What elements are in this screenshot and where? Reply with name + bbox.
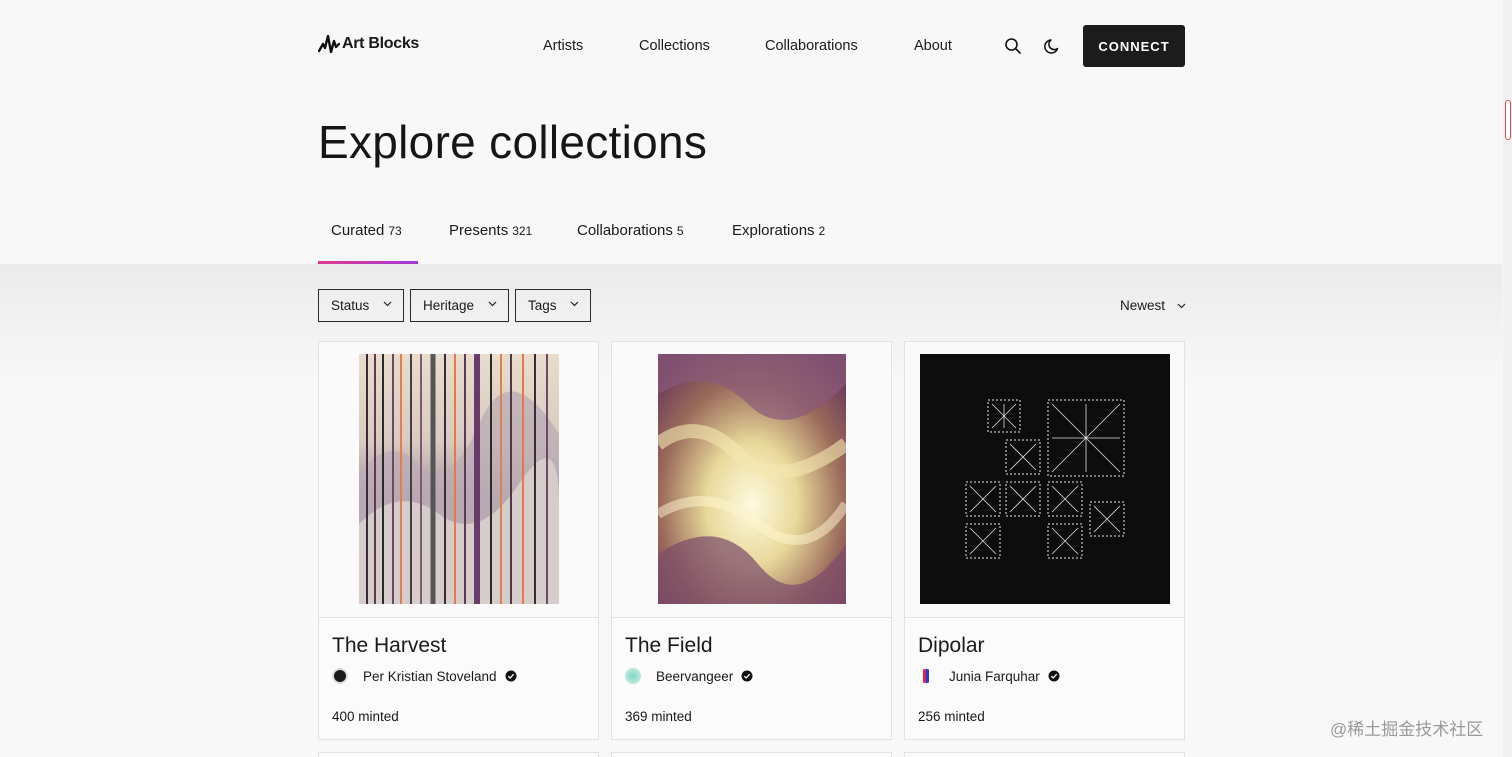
tab-count: 73 — [388, 224, 402, 238]
tab-explorations[interactable]: Explorations 2 — [732, 222, 825, 264]
artist-name: Per Kristian Stoveland — [363, 668, 497, 684]
connect-button[interactable]: CONNECT — [1083, 25, 1185, 67]
sort-dropdown[interactable]: Newest — [1120, 298, 1186, 313]
minted-count: 256 minted — [918, 709, 985, 724]
filter-label: Heritage — [423, 298, 475, 313]
art-blocks-logo[interactable]: Art Blocks — [318, 35, 419, 53]
nav-artists[interactable]: Artists — [543, 38, 583, 54]
nav-collections[interactable]: Collections — [639, 38, 710, 54]
collection-card[interactable] — [904, 752, 1185, 757]
avatar — [625, 668, 641, 684]
verified-badge-icon — [1048, 670, 1060, 682]
page-title: Explore collections — [318, 116, 708, 168]
artwork-image — [359, 354, 559, 604]
tags-filter[interactable]: Tags — [515, 289, 591, 322]
sort-label: Newest — [1120, 298, 1166, 313]
heritage-filter[interactable]: Heritage — [410, 289, 509, 322]
filter-label: Tags — [528, 298, 557, 313]
tab-label: Presents — [449, 222, 509, 239]
tab-label: Collaborations — [577, 222, 673, 239]
tab-curated[interactable]: Curated 73 — [331, 222, 402, 264]
tab-count: 321 — [512, 224, 533, 238]
tab-label: Curated — [331, 222, 385, 239]
card-title[interactable]: The Harvest — [332, 634, 446, 658]
collection-tabs: Curated 73 Presents 321 Collaborations 5 Ex… — [318, 222, 918, 264]
collection-card[interactable]: Dipolar Junia Farquhar 256 minted — [904, 341, 1185, 740]
tab-count: 2 — [818, 224, 826, 238]
avatar — [918, 668, 934, 684]
tab-label: Explorations — [732, 222, 815, 239]
logo-text: Art Blocks — [342, 35, 420, 52]
chevron-down-icon — [1177, 303, 1186, 308]
chevron-down-icon — [383, 301, 392, 307]
avatar — [332, 668, 348, 684]
artist-name: Junia Farquhar — [949, 668, 1040, 684]
card-title[interactable]: The Field — [625, 634, 713, 658]
watermark: @稀土掘金技术社区 — [1330, 720, 1484, 739]
artist-row[interactable]: Beervangeer — [625, 668, 753, 684]
nav-about[interactable]: About — [914, 38, 952, 54]
tab-collaborations[interactable]: Collaborations 5 — [577, 222, 684, 264]
site-header: Art Blocks Artists Collections Collabora… — [318, 25, 1185, 67]
minted-count: 369 minted — [625, 709, 692, 724]
chevron-down-icon — [488, 301, 497, 307]
nav-collaborations[interactable]: Collaborations — [765, 38, 858, 54]
moon-icon[interactable] — [1044, 37, 1062, 55]
filter-label: Status — [331, 298, 370, 313]
chevron-down-icon — [570, 301, 579, 307]
verified-badge-icon — [505, 670, 517, 682]
artist-row[interactable]: Per Kristian Stoveland — [332, 668, 517, 684]
search-icon[interactable] — [1004, 37, 1022, 55]
collection-card[interactable] — [318, 752, 599, 757]
status-filter[interactable]: Status — [318, 289, 404, 322]
collection-card[interactable] — [611, 752, 892, 757]
collection-card[interactable]: The Field Beervangeer 369 minted — [611, 341, 892, 740]
card-title[interactable]: Dipolar — [918, 634, 985, 658]
artist-name: Beervangeer — [656, 668, 734, 684]
artist-row[interactable]: Junia Farquhar — [918, 668, 1060, 684]
tab-count: 5 — [676, 224, 684, 238]
collection-card[interactable]: The Harvest Per Kristian Stoveland 400 m… — [318, 341, 599, 740]
artwork-image — [920, 354, 1170, 604]
artwork-image — [658, 354, 846, 604]
scrollbar-thumb[interactable] — [1505, 100, 1511, 140]
tab-presents[interactable]: Presents 321 — [449, 222, 532, 264]
minted-count: 400 minted — [332, 709, 399, 724]
verified-badge-icon — [741, 670, 753, 682]
logo-wave-icon — [318, 35, 340, 53]
